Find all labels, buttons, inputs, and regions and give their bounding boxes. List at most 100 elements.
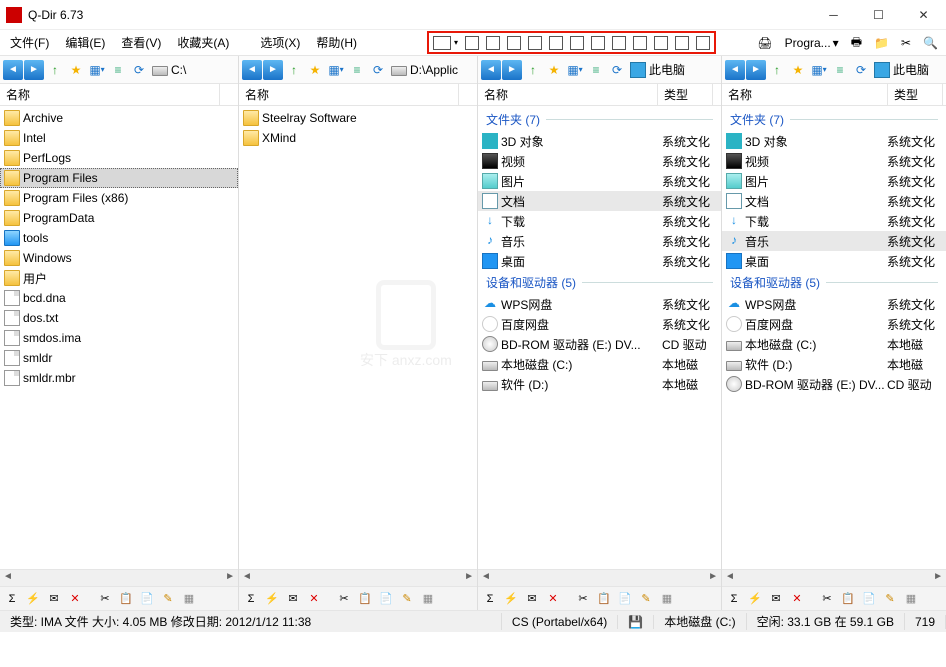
nav-forward-icon[interactable]: ► (502, 60, 522, 80)
col-type[interactable]: 类型 (658, 84, 713, 105)
file-row[interactable]: 百度网盘系统文化 (478, 314, 721, 334)
layout-btn-1[interactable] (433, 36, 451, 50)
paste-icon[interactable]: 📄 (860, 590, 878, 608)
view-mode-icon[interactable]: ▦▾ (809, 60, 829, 80)
nav-forward-icon[interactable]: ► (263, 60, 283, 80)
favorites-icon[interactable]: ★ (66, 60, 86, 80)
delete-icon[interactable]: ✕ (305, 590, 323, 608)
path-bar[interactable]: C:\ (152, 63, 235, 77)
col-name[interactable]: 名称 (722, 84, 888, 105)
select-icon[interactable]: ▦ (658, 590, 676, 608)
file-row[interactable]: XMind (239, 128, 477, 148)
col-name[interactable]: 名称 (478, 84, 658, 105)
file-row[interactable]: Intel (0, 128, 238, 148)
file-row[interactable]: Archive (0, 108, 238, 128)
section-header[interactable]: 文件夹 (7) (722, 108, 946, 131)
file-row[interactable]: Program Files (0, 168, 238, 188)
maximize-button[interactable]: ☐ (856, 0, 901, 30)
file-row[interactable]: ☁ WPS网盘系统文化 (722, 294, 946, 314)
section-header[interactable]: 设备和驱动器 (5) (478, 271, 721, 294)
select-icon[interactable]: ▦ (180, 590, 198, 608)
favorites-icon[interactable]: ★ (788, 60, 808, 80)
path-bar[interactable]: 此电脑 (630, 61, 718, 78)
edit-icon[interactable]: ✎ (159, 590, 177, 608)
menu-favorites[interactable]: 收藏夹(A) (169, 31, 237, 54)
h-scrollbar[interactable] (0, 569, 238, 586)
file-row[interactable]: Program Files (x86) (0, 188, 238, 208)
file-row[interactable]: 文档系统文化 (722, 191, 946, 211)
copy-icon[interactable]: 📋 (595, 590, 613, 608)
file-row[interactable]: PerfLogs (0, 148, 238, 168)
nav-up-icon[interactable]: ↑ (45, 60, 65, 80)
menu-file[interactable]: 文件(F) (2, 31, 57, 54)
nav-back-icon[interactable]: ◄ (725, 60, 745, 80)
file-row[interactable]: 桌面系统文化 (478, 251, 721, 271)
refresh-icon[interactable]: ⟳ (851, 60, 871, 80)
h-scrollbar[interactable] (722, 569, 946, 586)
nav-forward-icon[interactable]: ► (746, 60, 766, 80)
sigma-icon[interactable]: Σ (725, 590, 743, 608)
delete-icon[interactable]: ✕ (788, 590, 806, 608)
refresh-icon[interactable]: ⟳ (129, 60, 149, 80)
edit-icon[interactable]: ✎ (881, 590, 899, 608)
file-row[interactable]: smldr (0, 348, 238, 368)
section-header[interactable]: 文件夹 (7) (478, 108, 721, 131)
delete-icon[interactable]: ✕ (66, 590, 84, 608)
layout-btn-6[interactable] (549, 36, 563, 50)
view-mode-icon[interactable]: ▦▾ (565, 60, 585, 80)
minimize-button[interactable]: ─ (811, 0, 856, 30)
nav-forward-icon[interactable]: ► (24, 60, 44, 80)
sigma-icon[interactable]: Σ (242, 590, 260, 608)
tree-icon[interactable]: ≡ (586, 60, 606, 80)
filter-icon[interactable]: ⚡ (263, 590, 281, 608)
tree-icon[interactable]: ≡ (830, 60, 850, 80)
file-row[interactable]: smldr.mbr (0, 368, 238, 388)
file-row[interactable]: 百度网盘系统文化 (722, 314, 946, 334)
file-row[interactable]: 用户 (0, 268, 238, 288)
filter-icon[interactable]: ⚡ (502, 590, 520, 608)
file-row[interactable]: ProgramData (0, 208, 238, 228)
sigma-icon[interactable]: Σ (481, 590, 499, 608)
file-row[interactable]: 桌面系统文化 (722, 251, 946, 271)
h-scrollbar[interactable] (239, 569, 477, 586)
paste-icon[interactable]: 📄 (377, 590, 395, 608)
layout-btn-3[interactable] (486, 36, 500, 50)
copy-icon[interactable]: 📋 (839, 590, 857, 608)
favorites-icon[interactable]: ★ (305, 60, 325, 80)
mail-icon[interactable]: ✉ (284, 590, 302, 608)
nav-up-icon[interactable]: ↑ (523, 60, 543, 80)
file-row[interactable]: ↓ 下载系统文化 (478, 211, 721, 231)
path-bar[interactable]: D:\Applic (391, 63, 474, 77)
favorites-icon[interactable]: ★ (544, 60, 564, 80)
file-row[interactable]: bcd.dna (0, 288, 238, 308)
layout-btn-5[interactable] (528, 36, 542, 50)
explorer-icon[interactable]: 📁 (870, 36, 893, 50)
cut-icon[interactable]: ✂ (818, 590, 836, 608)
filter-icon[interactable]: ⚡ (24, 590, 42, 608)
refresh-icon[interactable]: ⟳ (607, 60, 627, 80)
h-scrollbar[interactable] (478, 569, 721, 586)
file-row[interactable]: 图片系统文化 (478, 171, 721, 191)
copy-icon[interactable]: 📋 (117, 590, 135, 608)
view-mode-icon[interactable]: ▦▾ (326, 60, 346, 80)
select-icon[interactable]: ▦ (902, 590, 920, 608)
menu-help[interactable]: 帮助(H) (308, 31, 365, 54)
refresh-icon[interactable]: ⟳ (368, 60, 388, 80)
printer-icon[interactable]: 🖶 (847, 33, 866, 54)
file-row[interactable]: 视频系统文化 (722, 151, 946, 171)
menu-view[interactable]: 查看(V) (113, 31, 169, 54)
paste-icon[interactable]: 📄 (138, 590, 156, 608)
col-name[interactable]: 名称 (0, 84, 220, 105)
layout-btn-2[interactable] (465, 36, 479, 50)
file-row[interactable]: 软件 (D:)本地磁 (722, 354, 946, 374)
file-list[interactable]: 文件夹 (7) 3D 对象系统文化 视频系统文化 图片系统文化 文档系统文化 ↓… (722, 106, 946, 569)
file-list[interactable]: 文件夹 (7) 3D 对象系统文化 视频系统文化 图片系统文化 文档系统文化 ↓… (478, 106, 721, 569)
mail-icon[interactable]: ✉ (523, 590, 541, 608)
path-bar[interactable]: 此电脑 (874, 61, 943, 78)
file-row[interactable]: 本地磁盘 (C:)本地磁 (722, 334, 946, 354)
paste-icon[interactable]: 📄 (616, 590, 634, 608)
file-row[interactable]: smdos.ima (0, 328, 238, 348)
select-icon[interactable]: ▦ (419, 590, 437, 608)
file-row[interactable]: 文档系统文化 (478, 191, 721, 211)
filter-icon[interactable]: ⚡ (746, 590, 764, 608)
